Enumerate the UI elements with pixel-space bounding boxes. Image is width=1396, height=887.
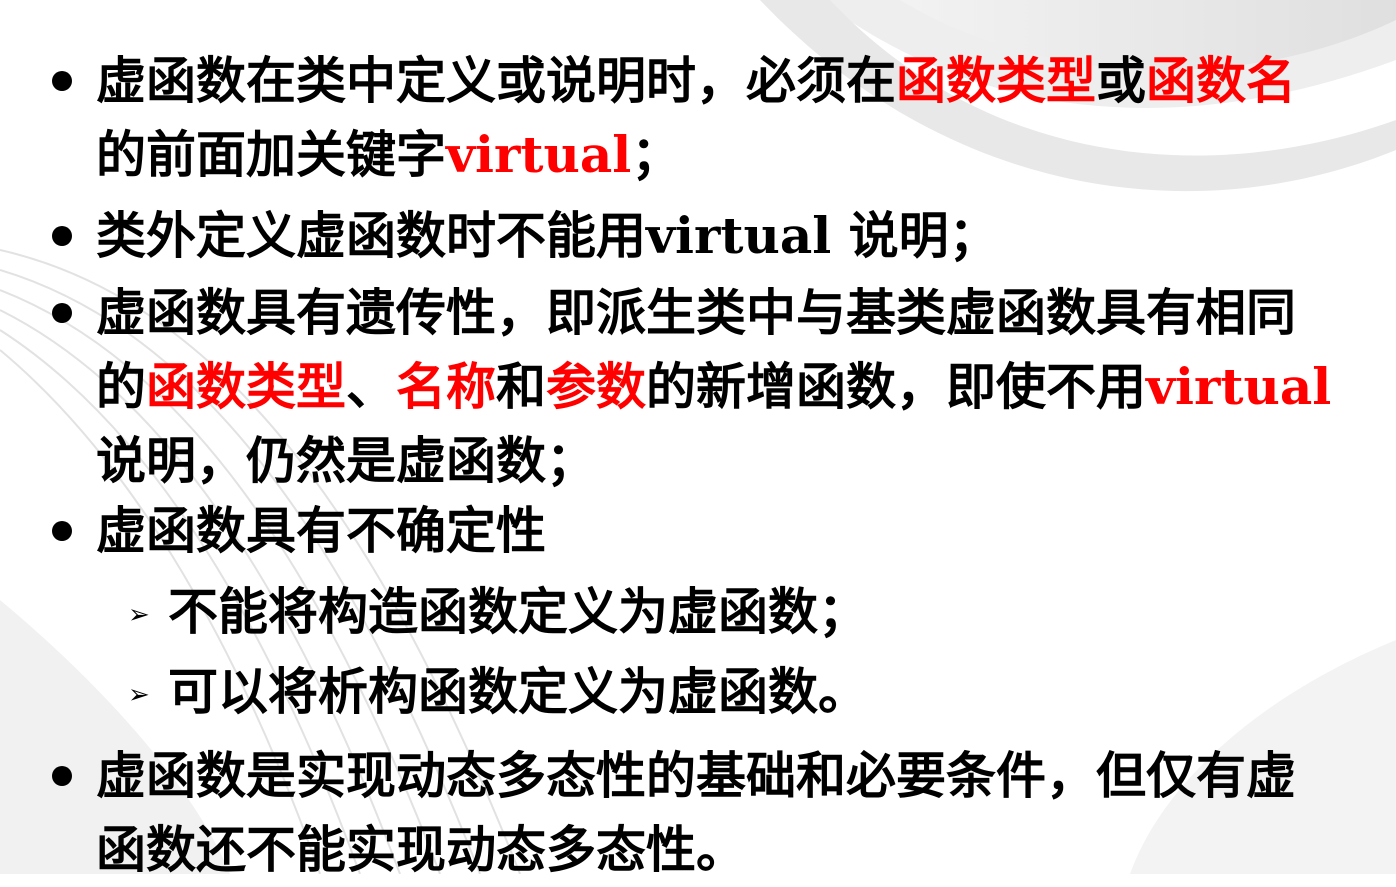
sub-item-1: 不能将构造函数定义为虚函数；	[168, 582, 868, 641]
highlight-text: 函数类型	[896, 51, 1096, 110]
bullet-icon	[52, 766, 72, 786]
bullet-1-line-1: 虚函数在类中定义或说明时，必须在函数类型或函数名	[96, 51, 1296, 110]
slide-content: 虚函数在类中定义或说明时，必须在函数类型或函数名 的前面加关键字virtual；…	[0, 0, 1396, 879]
sub-item-2: 可以将析构函数定义为虚函数。	[168, 662, 868, 721]
highlight-text: 函数名	[1146, 51, 1296, 110]
bullet-item-3: 虚函数具有遗传性，即派生类中与基类虚函数具有相同 的函数类型、名称和参数的新增函…	[96, 276, 1356, 498]
arrowhead-icon: ➢	[128, 680, 150, 710]
bullet-1-line-2: 的前面加关键字virtual；	[96, 125, 682, 184]
highlight-text: 名称	[396, 357, 496, 416]
bullet-icon	[52, 303, 72, 323]
bullet-item-5: 虚函数是实现动态多态性的基础和必要条件，但仅有虚 函数还不能实现动态多态性。	[96, 739, 1356, 887]
highlight-text: 函数类型	[146, 357, 346, 416]
bullet-4-line-1: 虚函数具有不确定性	[96, 501, 546, 560]
highlight-text: virtual	[1146, 357, 1332, 416]
bullet-5-line-2: 函数还不能实现动态多态性。	[96, 820, 746, 879]
bullet-item-1: 虚函数在类中定义或说明时，必须在函数类型或函数名 的前面加关键字virtual；	[96, 44, 1356, 192]
bullet-item-2: 类外定义虚函数时不能用virtual 说明；	[96, 199, 1356, 273]
bullet-icon	[52, 226, 72, 246]
bullet-2-line-1: 类外定义虚函数时不能用virtual 说明；	[96, 206, 999, 265]
bullet-icon	[52, 71, 72, 91]
bullet-3-line-2: 的函数类型、名称和参数的新增函数，即使不用virtual	[96, 357, 1332, 416]
bullet-3-line-1: 虚函数具有遗传性，即派生类中与基类虚函数具有相同	[96, 283, 1296, 342]
highlight-text: virtual	[446, 125, 632, 184]
bullet-item-4: 虚函数具有不确定性	[96, 494, 1356, 568]
bullet-icon	[52, 521, 72, 541]
highlight-text: 参数	[546, 357, 646, 416]
arrowhead-icon: ➢	[128, 600, 150, 630]
bullet-3-line-3: 说明，仍然是虚函数；	[96, 431, 596, 490]
bullet-5-line-1: 虚函数是实现动态多态性的基础和必要条件，但仅有虚	[96, 746, 1296, 805]
